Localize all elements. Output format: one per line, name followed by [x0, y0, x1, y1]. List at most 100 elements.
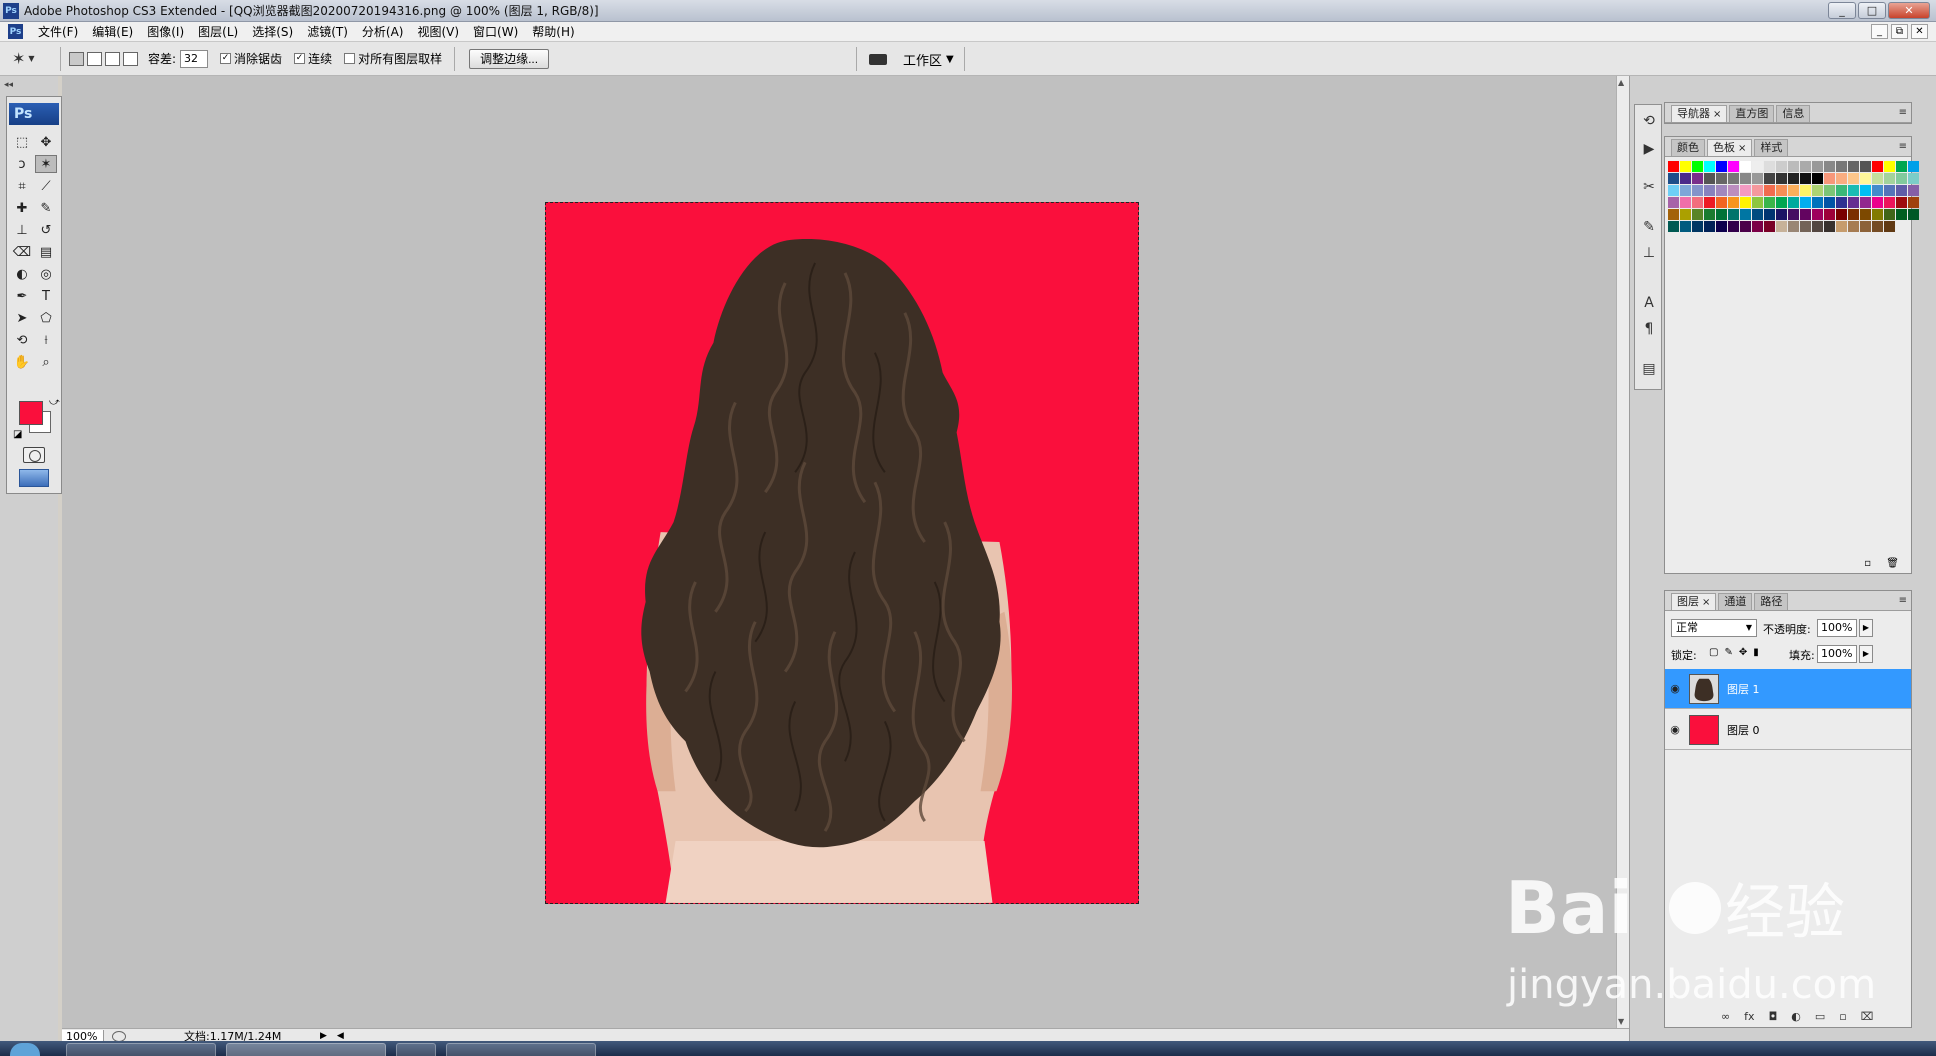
color-swatch[interactable] [1800, 221, 1811, 232]
slice-tool-icon[interactable]: ⟋ [35, 177, 57, 195]
color-swatch[interactable] [1800, 185, 1811, 196]
color-swatch[interactable] [1740, 173, 1751, 184]
color-swatch[interactable] [1680, 185, 1691, 196]
color-swatch[interactable] [1812, 221, 1823, 232]
color-swatch[interactable] [1824, 197, 1835, 208]
color-swatch[interactable] [1848, 209, 1859, 220]
minimize-button[interactable]: _ [1828, 2, 1856, 19]
history-brush-tool-icon[interactable]: ↺ [35, 221, 57, 239]
eye-icon[interactable]: ◉ [1665, 723, 1685, 736]
photoshop-menu-icon[interactable]: Ps [8, 24, 23, 39]
color-swatch[interactable] [1788, 185, 1799, 196]
layer-style-icon[interactable]: fx [1744, 1010, 1754, 1023]
color-swatch[interactable] [1704, 209, 1715, 220]
doc-close-button[interactable]: ✕ [1911, 24, 1928, 39]
color-swatch[interactable] [1764, 221, 1775, 232]
clone-source-panel-icon[interactable]: ⊥ [1639, 243, 1659, 263]
tab-swatches[interactable]: 色板 × [1707, 139, 1753, 156]
color-swatch[interactable] [1692, 209, 1703, 220]
blend-mode-select[interactable]: 正常 ▼ [1671, 619, 1757, 637]
color-swatch[interactable] [1800, 161, 1811, 172]
color-swatch[interactable] [1800, 173, 1811, 184]
color-swatch[interactable] [1764, 185, 1775, 196]
bridge-camera-icon[interactable] [867, 51, 889, 67]
color-swatch[interactable] [1908, 161, 1919, 172]
close-button[interactable]: ✕ [1888, 2, 1930, 19]
character-panel-icon[interactable]: A [1639, 293, 1659, 313]
color-swatch[interactable] [1716, 185, 1727, 196]
workspace-label[interactable]: 工作区 [903, 50, 942, 69]
color-swatch[interactable] [1728, 197, 1739, 208]
color-swatch[interactable] [1668, 161, 1679, 172]
layer-row-1[interactable]: ◉ 图层 1 [1665, 669, 1911, 709]
doc-minimize-button[interactable]: _ [1871, 24, 1888, 39]
tab-navigator[interactable]: 导航器 × [1671, 105, 1728, 122]
color-swatch[interactable] [1752, 209, 1763, 220]
path-selection-tool-icon[interactable]: ➤ [11, 309, 33, 327]
color-swatch[interactable] [1788, 209, 1799, 220]
new-layer-icon[interactable]: ▫ [1839, 1010, 1846, 1023]
color-swatch[interactable] [1716, 173, 1727, 184]
panel-menu-icon[interactable]: ≡ [1899, 107, 1907, 118]
color-swatch[interactable] [1860, 173, 1871, 184]
antialias-checkbox[interactable]: ✓ 消除锯齿 [220, 50, 282, 67]
taskbar-item-photoshop[interactable] [226, 1043, 386, 1056]
contiguous-checkbox[interactable]: ✓ 连续 [294, 50, 332, 67]
dodge-tool-icon[interactable]: ◎ [35, 265, 57, 283]
color-swatch[interactable] [1884, 173, 1895, 184]
zoom-tool-icon[interactable]: ⌕ [35, 353, 57, 371]
close-icon[interactable]: × [1713, 109, 1721, 120]
color-swatch[interactable] [1728, 209, 1739, 220]
type-tool-icon[interactable]: T [35, 287, 57, 305]
color-swatch[interactable] [1728, 185, 1739, 196]
layer-mask-icon[interactable]: ◘ [1769, 1010, 1778, 1023]
color-swatch[interactable] [1764, 173, 1775, 184]
color-swatch[interactable] [1824, 161, 1835, 172]
taskbar-item[interactable] [66, 1043, 216, 1056]
menu-layer[interactable]: 图层(L) [191, 23, 245, 40]
color-swatch[interactable] [1704, 161, 1715, 172]
maximize-button[interactable]: □ [1858, 2, 1886, 19]
color-swatch[interactable] [1896, 197, 1907, 208]
new-swatch-icon[interactable]: ▫ [1864, 558, 1871, 569]
foreground-color-swatch[interactable] [19, 401, 43, 425]
color-swatch[interactable] [1884, 185, 1895, 196]
color-swatch[interactable] [1740, 209, 1751, 220]
color-swatch[interactable] [1860, 161, 1871, 172]
eraser-tool-icon[interactable]: ⌫ [11, 243, 33, 261]
color-swatch[interactable] [1776, 161, 1787, 172]
color-swatch[interactable] [1872, 185, 1883, 196]
layer-row-0[interactable]: ◉ 图层 0 [1665, 710, 1911, 750]
color-swatch[interactable] [1896, 185, 1907, 196]
color-swatch[interactable] [1788, 197, 1799, 208]
color-swatch[interactable] [1680, 197, 1691, 208]
color-swatch[interactable] [1884, 197, 1895, 208]
color-swatch[interactable] [1680, 161, 1691, 172]
intersect-selection-icon[interactable] [123, 51, 138, 66]
taskbar-item[interactable] [446, 1043, 596, 1056]
fill-input[interactable]: 100% [1817, 645, 1857, 663]
color-swatch[interactable] [1872, 197, 1883, 208]
color-swatch[interactable] [1776, 221, 1787, 232]
paragraph-panel-icon[interactable]: ¶ [1639, 319, 1659, 339]
color-swatch[interactable] [1860, 209, 1871, 220]
menu-edit[interactable]: 编辑(E) [85, 23, 140, 40]
tool-preset-picker[interactable]: ✶ ▼ [12, 47, 52, 71]
close-icon[interactable]: × [1738, 143, 1746, 154]
trash-icon[interactable]: 🗑 [1886, 558, 1899, 569]
blur-tool-icon[interactable]: ◐ [11, 265, 33, 283]
scroll-up-icon[interactable]: ▲ [1618, 78, 1624, 87]
color-swatch[interactable] [1860, 221, 1871, 232]
color-swatch[interactable] [1740, 185, 1751, 196]
color-swatch[interactable] [1836, 185, 1847, 196]
adjustment-layer-icon[interactable]: ◐ [1791, 1010, 1801, 1023]
menu-filter[interactable]: 滤镜(T) [300, 23, 355, 40]
color-swatch[interactable] [1908, 185, 1919, 196]
color-swatch[interactable] [1800, 209, 1811, 220]
color-swatch[interactable] [1776, 185, 1787, 196]
actions-panel-icon[interactable]: ▶ [1639, 139, 1659, 159]
close-icon[interactable]: × [1702, 597, 1710, 608]
color-swatch[interactable] [1716, 221, 1727, 232]
brush-tool-icon[interactable]: ✎ [35, 199, 57, 217]
sample-all-layers-checkbox[interactable]: 对所有图层取样 [344, 50, 442, 67]
